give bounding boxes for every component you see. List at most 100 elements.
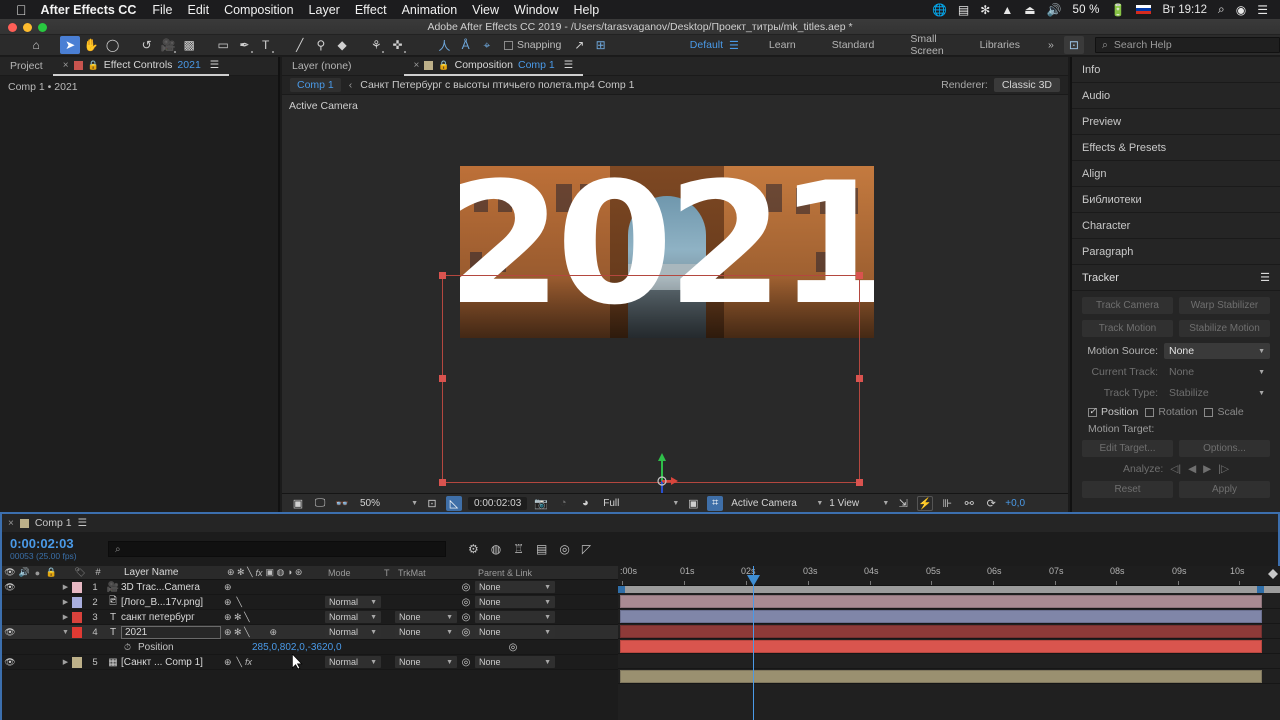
battery-percent-label[interactable]: 50 % [1073,4,1100,16]
layer-duration-bar[interactable] [620,640,1262,653]
trkmat-select[interactable]: None ▼ [395,611,457,623]
property-value[interactable]: 285,0,802,0,-3620,0 [242,642,342,653]
timeline-tracks[interactable]: :00s 01s 02s 03s 04s 05s 06s 07s 08s 09s… [618,566,1280,720]
home-tool-icon[interactable]: ⌂ [26,36,46,54]
orbit-camera-icon[interactable]: Å [456,36,476,54]
close-icon[interactable]: × [414,60,420,71]
visibility-toggle[interactable]: 👁 [2,627,18,638]
parent-select[interactable]: None ▼ [475,581,555,593]
apple-icon[interactable]:  [16,3,27,17]
track-row-4[interactable] [618,639,1280,654]
reset-button[interactable]: Reset [1082,481,1173,498]
track-motion-button[interactable]: Track Motion [1082,320,1173,337]
parent-select[interactable]: None ▼ [475,626,555,638]
hide-shy-icon[interactable]: ◸ [582,542,591,556]
spotlight-icon[interactable]: ⌕ [1218,2,1225,17]
panel-menu-icon[interactable]: ☰ [1260,271,1270,284]
options-button[interactable]: Options... [1179,440,1270,457]
minimize-window-button[interactable] [23,23,32,32]
layer-name[interactable]: санкт петербург [121,612,221,623]
close-window-button[interactable] [8,23,17,32]
parent-select[interactable]: None ▼ [475,611,555,623]
toggle-mask-icon[interactable]: ▣ [685,496,701,511]
panel-effects-presets[interactable]: Effects & Presets [1072,135,1280,161]
expand-arrow-icon[interactable]: ▶ [59,583,72,591]
motion-blur-icon[interactable]: ⚙ [468,542,479,556]
exposure-offset-value[interactable]: +0,0 [1005,498,1025,509]
fast-preview-icon[interactable]: ⚡ [917,495,934,511]
breadcrumb-chevron-icon[interactable]: ‹ [349,79,353,91]
clock-label[interactable]: Вт 19:12 [1162,4,1207,16]
pen-tool-icon[interactable]: ✒ [234,36,254,54]
track-row-position-keys[interactable] [618,654,1280,669]
eject-icon[interactable]: ⏏ [1024,3,1035,17]
panel-align[interactable]: Align [1072,161,1280,187]
workspace-menu-icon[interactable]: ☰ [729,39,751,52]
trkmat-select[interactable]: None ▼ [395,656,457,668]
workspace-save-icon[interactable]: ⊡ [1063,36,1085,54]
menu-animation[interactable]: Animation [402,3,458,17]
workspace-small-screen[interactable]: Small Screen [892,33,961,57]
menu-help[interactable]: Help [574,3,600,17]
shape-tool-icon[interactable]: ▭ [213,36,233,54]
volume-icon[interactable]: 🔊 [1047,3,1062,17]
resize-handle-top-left[interactable] [439,272,446,279]
menu-layer[interactable]: Layer [309,3,340,17]
renderer-value[interactable]: Classic 3D [993,78,1060,92]
resolution-select[interactable]: Full ▼ [603,498,679,509]
snapping-toggle[interactable]: Snapping [503,39,561,51]
menu-window[interactable]: Window [514,3,558,17]
layer-switches[interactable]: ⊕ [221,582,321,593]
expand-arrow-icon[interactable]: ▶ [59,598,72,606]
puppet-pin-tool-icon[interactable]: ✜ [387,36,407,54]
stabilize-motion-button[interactable]: Stabilize Motion [1179,320,1270,337]
lock-icon[interactable]: 🔒 [438,60,449,71]
toggle-view-layout-icon[interactable]: ⌗ [707,495,724,511]
close-icon[interactable]: × [8,518,14,529]
menu-view[interactable]: View [472,3,499,17]
parent-pickwhip-icon[interactable]: ◎ [457,657,475,668]
playhead-line[interactable] [753,566,754,720]
label-color[interactable] [72,581,85,593]
views-select[interactable]: 1 View ▼ [829,498,889,509]
work-area-bar[interactable] [618,586,1280,593]
track-row-1[interactable] [618,594,1280,609]
track-row-3[interactable] [618,624,1280,639]
parent-select[interactable]: None ▼ [475,596,555,608]
brainstorm-icon[interactable]: ♖ [513,542,524,556]
siri-icon[interactable]: ◉ [1236,3,1246,17]
layer-name[interactable]: [Санкт ... Comp 1] [121,657,221,668]
label-color[interactable] [72,596,85,608]
layer-switches[interactable]: ⊕ ✻ ╲ [221,612,321,623]
visibility-toggle[interactable]: 👁 [2,582,18,593]
tab-effect-controls[interactable]: × 🔒 Effect Controls 2021 ☰ [52,56,230,76]
layer-switches[interactable]: ⊕ ╲ fx [221,657,321,668]
panel-audio[interactable]: Audio [1072,83,1280,109]
app-name-label[interactable]: After Effects CC [41,3,137,17]
composition-viewer[interactable]: Active Camera 2021 [282,95,1068,493]
property-row-position[interactable]: ⏱ Position 285,0,802,0,-3620,0 ◎ [2,640,618,655]
reset-exposure-icon[interactable]: ⟳ [983,496,999,511]
timeline-tab-label[interactable]: Comp 1 [35,517,72,529]
zoom-level-select[interactable]: 50% ▼ [360,498,418,509]
expand-arrow-icon[interactable]: ▶ [59,658,72,666]
label-color[interactable] [72,656,85,668]
stopwatch-icon[interactable]: ⏱ [124,642,131,653]
comp-flowchart-icon[interactable]: ▤ [536,542,547,556]
layer-row-3[interactable]: ▶ 3 T санкт петербург ⊕ ✻ ╲ Normal ▼ None… [2,610,618,625]
parent-select[interactable]: None ▼ [475,656,555,668]
layer-duration-bar[interactable] [620,595,1262,608]
tab-composition[interactable]: × 🔒 Composition Comp 1 ☰ [403,56,584,76]
show-snapshot-icon[interactable]: ◔ [555,496,571,511]
brush-tool-icon[interactable]: ╱ [290,36,310,54]
track-type-select[interactable]: Stabilize ▼ [1164,385,1270,401]
snapshot-icon[interactable]: 📷 [533,496,549,511]
resize-handle-bottom-left[interactable] [439,479,446,486]
apply-button[interactable]: Apply [1179,481,1270,498]
snap-line-icon[interactable]: ↗ [569,36,589,54]
comp-flowchart-icon[interactable]: ⚯ [961,496,977,511]
timecode-group[interactable]: 0:00:02:03 00053 (25.00 fps) [10,537,100,561]
track-row-2[interactable] [618,609,1280,624]
workspace-overflow-icon[interactable]: » [1038,39,1064,51]
analyze-back-one-icon[interactable]: ◁| [1170,463,1181,475]
